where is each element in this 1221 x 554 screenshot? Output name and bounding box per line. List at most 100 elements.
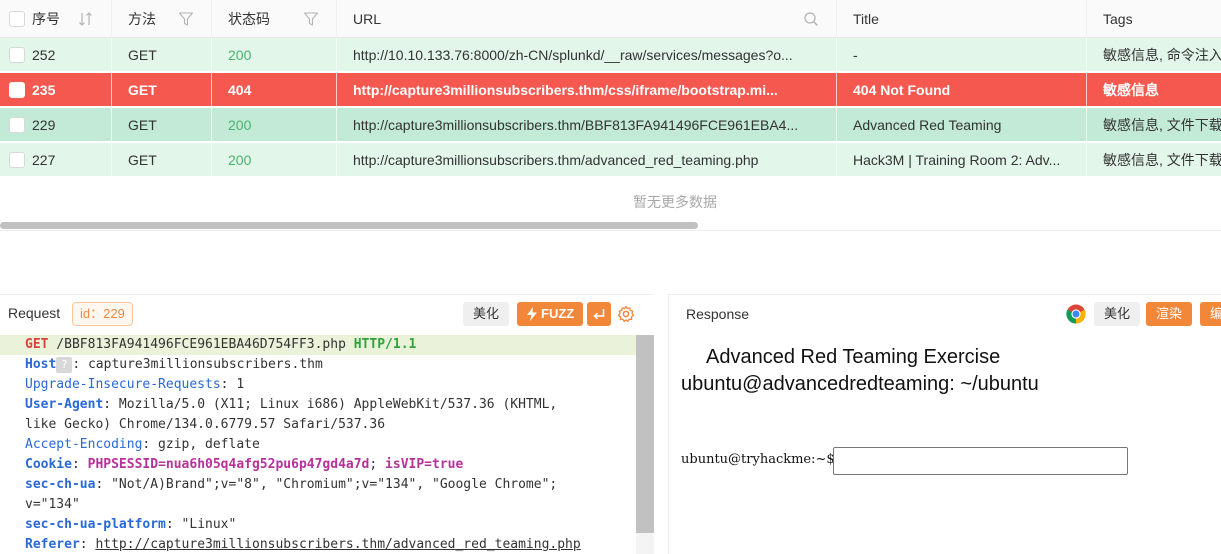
table-row[interactable]: 227 GET 200 http://capture3millionsubscr… — [0, 143, 1221, 177]
header-value: like Gecko) Chrome/134.0.6779.57 Safari/… — [25, 417, 386, 432]
cell-index: 229 — [0, 108, 112, 142]
col-tags-label: Tags — [1103, 11, 1133, 27]
cell-url: http://capture3millionsubscribers.thm/cs… — [337, 73, 837, 107]
header-line: Cookie: PHPSESSID=nua6h05q4afg52pu6p47gd… — [0, 455, 636, 475]
cookie-value: isVIP=true — [385, 457, 464, 472]
header-sep: : — [79, 537, 96, 552]
request-line: GET /BBF813FA941496FCE961EBA46D754FF3.ph… — [0, 335, 636, 355]
edit-button[interactable]: 编 — [1200, 302, 1221, 326]
history-table: 序号 方法 状态码 URL Title Tags 252 GET 200 htt… — [0, 0, 1221, 232]
cell-title: Hack3M | Training Room 2: Adv... — [837, 143, 1087, 177]
col-title-label: Title — [853, 11, 879, 27]
table-row[interactable]: 229 GET 200 http://capture3millionsubscr… — [0, 108, 1221, 142]
response-title: Response — [686, 306, 750, 322]
request-editor[interactable]: GET /BBF813FA941496FCE961EBA46D754FF3.ph… — [0, 335, 636, 554]
table-header: 序号 方法 状态码 URL Title Tags — [0, 0, 1221, 38]
render-button[interactable]: 渲染 — [1146, 302, 1193, 326]
select-all-checkbox[interactable] — [9, 11, 25, 27]
response-header: Response 美化 渲染 编 — [669, 295, 1221, 333]
header-key: User-Agent — [25, 397, 104, 412]
header-line-wrap: like Gecko) Chrome/134.0.6779.57 Safari/… — [0, 415, 636, 435]
search-icon[interactable] — [803, 11, 819, 27]
col-method-header[interactable]: 方法 — [112, 0, 212, 38]
cell-url: http://capture3millionsubscribers.thm/ad… — [337, 143, 837, 177]
fuzz-button[interactable]: FUZZ — [517, 302, 583, 326]
header-line: Accept-Encoding: gzip, deflate — [0, 435, 636, 455]
http-protocol: HTTP/1.1 — [353, 337, 417, 352]
cell-index: 235 — [0, 73, 112, 107]
col-index-header[interactable]: 序号 — [0, 0, 112, 38]
header-line-wrap: v="134" — [0, 495, 636, 515]
header-line: Referer: http://capture3millionsubscribe… — [0, 535, 636, 554]
cell-title: - — [837, 38, 1087, 72]
cell-method: GET — [112, 108, 212, 142]
table-row[interactable]: 252 GET 200 http://10.10.133.76:8000/zh-… — [0, 38, 1221, 72]
header-value: v="134" — [25, 497, 80, 512]
col-index-label: 序号 — [32, 11, 60, 27]
cell-status: 404 — [212, 73, 337, 107]
divider — [0, 230, 1221, 231]
beautify-button[interactable]: 美化 — [1094, 302, 1141, 326]
header-key: Referer — [25, 537, 80, 552]
cell-index: 252 — [0, 38, 112, 72]
page-heading: Advanced Red Teaming Exercise — [706, 346, 1001, 368]
cookie-value: PHPSESSID=nua6h05q4afg52pu6p47gd4a7d — [87, 457, 370, 472]
chrome-icon[interactable] — [1066, 304, 1086, 324]
help-icon[interactable]: ? — [56, 356, 73, 373]
header-value: : Mozilla/5.0 (X11; Linux i686) AppleWeb… — [103, 397, 558, 412]
filter-icon[interactable] — [303, 11, 319, 27]
header-key: Cookie — [25, 457, 72, 472]
header-value: : gzip, deflate — [142, 437, 260, 452]
terminal-input[interactable] — [833, 447, 1128, 475]
horizontal-scrollbar[interactable] — [0, 222, 698, 229]
header-line: sec-ch-ua-platform: "Linux" — [0, 515, 636, 535]
cell-method: GET — [112, 143, 212, 177]
col-url-header[interactable]: URL — [337, 0, 837, 38]
empty-data-text: 暂无更多数据 — [633, 194, 717, 210]
header-value: : "Linux" — [165, 517, 237, 532]
cell-url: http://10.10.133.76:8000/zh-CN/splunkd/_… — [337, 38, 837, 72]
lightning-icon — [527, 307, 537, 321]
filter-icon[interactable] — [178, 11, 194, 27]
cell-status: 200 — [212, 143, 337, 177]
enter-icon — [593, 309, 605, 320]
header-line: User-Agent: Mozilla/5.0 (X11; Linux i686… — [0, 395, 636, 415]
col-tags-header[interactable]: Tags — [1087, 0, 1221, 38]
send-button[interactable] — [587, 302, 611, 326]
rendered-response: Advanced Red Teaming Exercise ubuntu@adv… — [669, 335, 1221, 554]
header-value: : capture3millionsubscribers.thm — [72, 357, 323, 372]
header-key: Host — [25, 357, 57, 372]
beautify-button[interactable]: 美化 — [463, 302, 510, 326]
cell-index: 227 — [0, 143, 112, 177]
cell-status: 200 — [212, 108, 337, 142]
cell-tags: 敏感信息, 命令注入 — [1087, 38, 1221, 72]
table-row[interactable]: 235 GET 404 http://capture3millionsubscr… — [0, 73, 1221, 107]
header-key: Upgrade-Insecure-Requests — [25, 377, 221, 392]
http-method: GET — [25, 337, 49, 352]
col-url-label: URL — [353, 11, 382, 27]
cell-tags: 敏感信息, 文件下载 — [1087, 143, 1221, 177]
referer-link[interactable]: http://capture3millionsubscribers.thm/ad… — [95, 537, 580, 552]
gear-icon[interactable] — [617, 305, 635, 323]
header-value: : "Not/A)Brand";v="8", "Chromium";v="134… — [95, 477, 558, 492]
fuzz-label: FUZZ — [541, 306, 575, 321]
col-status-label: 状态码 — [228, 11, 270, 27]
col-status-header[interactable]: 状态码 — [212, 0, 337, 38]
header-line: sec-ch-ua: "Not/A)Brand";v="8", "Chromiu… — [0, 475, 636, 495]
col-method-label: 方法 — [128, 11, 156, 27]
cell-title: Advanced Red Teaming — [837, 108, 1087, 142]
sort-icon[interactable] — [78, 11, 94, 27]
response-pane: Response 美化 渲染 编 Advanced Red Teaming Ex… — [668, 294, 1221, 554]
col-title-header[interactable]: Title — [837, 0, 1087, 38]
header-line: Host?: capture3millionsubscribers.thm — [0, 355, 636, 375]
terminal-prompt: ubuntu@tryhackme:~$ — [681, 452, 835, 467]
cell-method: GET — [112, 38, 212, 72]
request-path: /BBF813FA941496FCE961EBA46D754FF3.php — [48, 337, 354, 352]
header-sep: : — [71, 457, 88, 472]
header-key: sec-ch-ua — [25, 477, 96, 492]
vertical-scrollbar[interactable] — [636, 335, 654, 533]
header-key: Accept-Encoding — [25, 437, 143, 452]
header-sep: ; — [369, 457, 386, 472]
request-title: Request — [8, 305, 61, 321]
cell-title: 404 Not Found — [837, 73, 1087, 107]
